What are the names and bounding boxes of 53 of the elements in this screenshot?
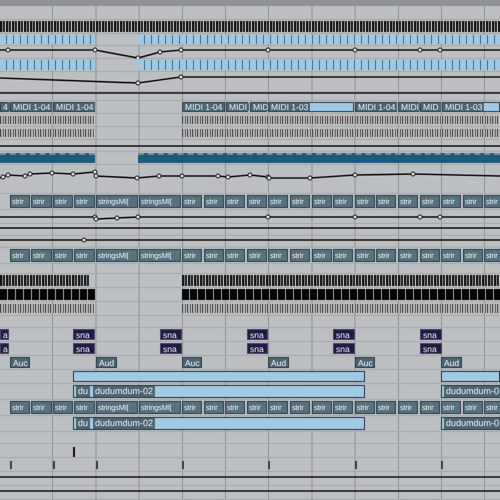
midi-clip[interactable]: sna — [333, 343, 355, 354]
audio-clip[interactable]: du dudumdum-02 — [73, 417, 365, 430]
clip-tag: du — [76, 386, 90, 397]
midi-clip[interactable]: sna — [247, 343, 268, 354]
audio-clip[interactable]: Aud — [96, 357, 117, 368]
midi-clip[interactable]: sna — [333, 329, 355, 340]
audio-clip[interactable]: Aud — [268, 357, 289, 368]
note-mark — [96, 461, 98, 469]
clip-name: dudumdum-0 — [444, 386, 500, 397]
clip-name: dudumdum-02 — [93, 418, 156, 429]
midi-clip[interactable]: 4 — [0, 102, 9, 112]
automation-line[interactable] — [0, 238, 500, 242]
midi-clip[interactable]: MID — [250, 102, 267, 112]
audio-clip[interactable]: Auc — [355, 357, 375, 368]
note-mark — [10, 461, 12, 469]
midi-clip[interactable]: sna — [160, 343, 182, 354]
note-mark — [441, 461, 443, 469]
note-mark — [73, 447, 75, 457]
clip-name: dudumdum-0 — [444, 418, 500, 429]
audio-clip[interactable]: Auc — [10, 357, 30, 368]
note-mark — [268, 461, 270, 469]
midi-clip[interactable]: a — [0, 329, 9, 340]
midi-clip[interactable]: MIDI 1-04 — [355, 102, 397, 112]
note-mark — [53, 461, 55, 469]
midi-clip[interactable]: sna — [420, 329, 442, 340]
midi-clip[interactable]: MIDI 1-04 — [10, 102, 52, 112]
midi-clip[interactable]: MIDI 1-03 — [442, 102, 500, 112]
midi-clip[interactable]: a — [0, 343, 9, 354]
automation-line[interactable] — [0, 214, 500, 222]
midi-clip[interactable]: MIDI 1-04 — [53, 102, 95, 112]
audio-clip[interactable]: du dudumdum-02 — [73, 385, 365, 398]
midi-clip[interactable]: sna — [73, 343, 95, 354]
midi-clip[interactable]: sna — [420, 343, 442, 354]
midi-clip[interactable]: MIDI 1-03 — [268, 102, 354, 112]
audio-clip[interactable]: dudumdum-0 — [441, 417, 500, 430]
automation-line[interactable] — [0, 48, 500, 59]
audio-clip[interactable]: Aud — [441, 357, 462, 368]
midi-clip[interactable]: MIDI 1-04 — [182, 102, 225, 112]
midi-clip[interactable]: sna — [160, 329, 182, 340]
automation-line[interactable] — [0, 170, 500, 180]
midi-clip[interactable]: sna — [247, 329, 268, 340]
note-mark — [182, 461, 184, 469]
clip-tag: du — [76, 418, 90, 429]
audio-clip[interactable]: dudumdum-0 — [441, 385, 500, 398]
midi-clip[interactable]: MID — [420, 102, 441, 112]
midi-clip[interactable]: sna — [73, 329, 95, 340]
midi-clip[interactable]: MIDI — [398, 102, 419, 112]
clip-name: dudumdum-02 — [93, 386, 156, 397]
note-mark — [355, 461, 357, 469]
automation-line[interactable] — [0, 74, 500, 86]
midi-clip[interactable]: MIDI — [226, 102, 248, 112]
audio-clip[interactable]: Auc — [182, 357, 202, 368]
audio-clip — [441, 371, 500, 382]
